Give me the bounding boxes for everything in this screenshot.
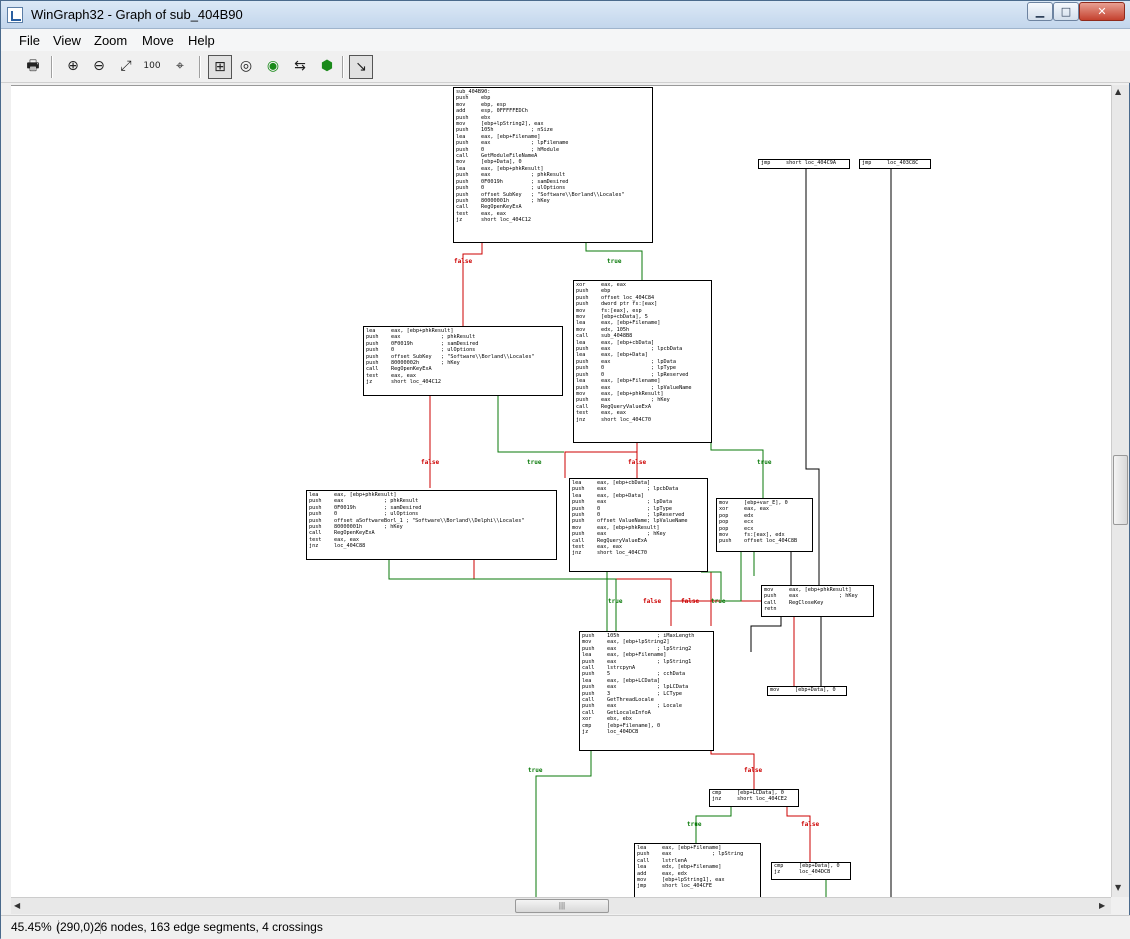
- edge-false: [462, 243, 483, 326]
- scroll-up-icon[interactable]: ▲: [1115, 87, 1121, 96]
- layout-b-icon[interactable]: ◉: [261, 55, 285, 79]
- horizontal-scrollbar[interactable]: ◀ ||| ▶: [11, 897, 1111, 914]
- app-icon: [7, 7, 23, 23]
- edge-label-false: false: [681, 598, 699, 605]
- zoom-fit-icon[interactable]: ⤢: [114, 55, 138, 79]
- edge-label-true: true: [527, 459, 542, 466]
- status-bar: 45.45% (290,0) 26 nodes, 163 edge segmen…: [1, 915, 1130, 939]
- layout-c-icon[interactable]: ⇆: [288, 55, 312, 79]
- minimize-button[interactable]: ▁: [1027, 2, 1053, 21]
- scroll-down-icon[interactable]: ▼: [1115, 883, 1121, 892]
- move-mode-icon[interactable]: ⊞: [208, 55, 232, 79]
- window-title: WinGraph32 - Graph of sub_404B90: [31, 7, 243, 22]
- edge-label-false: false: [421, 459, 439, 466]
- graph-canvas[interactable]: false true false true false true true fa…: [11, 85, 1111, 897]
- close-button[interactable]: ✕: [1079, 2, 1125, 21]
- graph-node-jmp[interactable]: jmp loc_403C8C: [859, 159, 931, 169]
- menu-move[interactable]: Move: [142, 33, 174, 48]
- graph-node-query-value-name[interactable]: lea eax, [ebp+cbData] push eax ; lpcbDat…: [569, 478, 708, 572]
- center-icon[interactable]: ⌖: [168, 55, 192, 79]
- toolbar-separator: [199, 56, 201, 78]
- edge-label-true: true: [607, 258, 622, 265]
- graph-node-open-key-hklm[interactable]: lea eax, [ebp+phkResult] push eax ; phkR…: [363, 326, 563, 396]
- edge-label-false: false: [454, 258, 472, 265]
- graph-node-get-locale[interactable]: push 105h ; iMaxLength mov eax, [ebp+lpS…: [579, 631, 714, 751]
- maximize-button[interactable]: □: [1053, 2, 1079, 21]
- zoom-in-icon[interactable]: ⊕: [61, 55, 85, 79]
- menu-bar: File View Zoom Move Help: [1, 29, 1130, 51]
- edge-label-false: false: [801, 821, 819, 828]
- print-icon[interactable]: 🖶: [21, 55, 45, 79]
- select-arrow-icon[interactable]: ↘: [349, 55, 373, 79]
- status-graph-info: 26 nodes, 163 edge segments, 4 crossings: [94, 920, 323, 934]
- edge-label-false: false: [643, 598, 661, 605]
- menu-zoom[interactable]: Zoom: [94, 33, 127, 48]
- graph-node-entry[interactable]: sub_404B90: push ebp mov ebp, esp add es…: [453, 87, 653, 243]
- layout-a-icon[interactable]: ◎: [234, 55, 258, 79]
- toolbar-separator: [342, 56, 344, 78]
- graph-node-lstrlen[interactable]: lea eax, [ebp+Filename] push eax ; lpStr…: [634, 843, 761, 897]
- menu-file[interactable]: File: [19, 33, 40, 48]
- graph-node-cmp-lcdata[interactable]: cmp [ebp+LCData], 0 jnz short loc_404CE2: [709, 789, 799, 807]
- menu-view[interactable]: View: [53, 33, 81, 48]
- edge-label-false: false: [628, 459, 646, 466]
- edge-false: [786, 807, 811, 862]
- vertical-scroll-thumb[interactable]: [1113, 455, 1128, 525]
- graph-node-query-value[interactable]: xor eax, eax push ebp push offset loc_40…: [573, 280, 712, 443]
- edge-label-true: true: [757, 459, 772, 466]
- vertical-scrollbar[interactable]: ▲ ▼: [1111, 85, 1129, 897]
- edge-true: [710, 443, 764, 498]
- main-window: WinGraph32 - Graph of sub_404B90 ▁ □ ✕ F…: [0, 0, 1130, 939]
- graph-node-jmp-short[interactable]: jmp short loc_404C9A: [758, 159, 850, 169]
- edge-label-false: false: [744, 767, 762, 774]
- edge-label-true: true: [608, 598, 623, 605]
- horizontal-scroll-thumb[interactable]: |||: [515, 899, 609, 913]
- edge-false: [564, 443, 638, 478]
- edge-true: [497, 396, 564, 453]
- menu-help[interactable]: Help: [188, 33, 215, 48]
- edge-label-true: true: [528, 767, 543, 774]
- graph-node-cmp-data[interactable]: cmp [ebp+Data], 0 jz loc_404DCB: [771, 862, 851, 880]
- edge-plain: [750, 617, 782, 652]
- scroll-right-icon[interactable]: ▶: [1099, 901, 1105, 910]
- edge-label-true: true: [711, 598, 726, 605]
- layout-d-icon[interactable]: ⬢: [315, 55, 339, 79]
- edge-true: [535, 751, 592, 897]
- graph-node-cleanup[interactable]: mov [ebp+var_E], 0 xor eax, eax pop edx …: [716, 498, 813, 552]
- toolbar-separator: [51, 56, 53, 78]
- status-zoom: 45.45%: [11, 920, 59, 934]
- edge-label-true: true: [687, 821, 702, 828]
- graph-node-reg-close[interactable]: mov eax, [ebp+phkResult] push eax ; hKey…: [761, 585, 874, 617]
- scroll-left-icon[interactable]: ◀: [14, 901, 20, 910]
- graph-node-mov-data[interactable]: mov [ebp+Data], 0: [767, 686, 847, 696]
- zoom-out-icon[interactable]: ⊖: [87, 55, 111, 79]
- graph-node-open-key-delphi[interactable]: lea eax, [ebp+phkResult] push eax ; phkR…: [306, 490, 557, 560]
- zoom-100-icon[interactable]: 100: [140, 55, 164, 79]
- title-bar[interactable]: WinGraph32 - Graph of sub_404B90 ▁ □ ✕: [1, 1, 1130, 29]
- toolbar: 🖶 ⊕ ⊖ ⤢ 100 ⌖ ⊞ ◎ ◉ ⇆ ⬢ ↘: [1, 51, 1130, 83]
